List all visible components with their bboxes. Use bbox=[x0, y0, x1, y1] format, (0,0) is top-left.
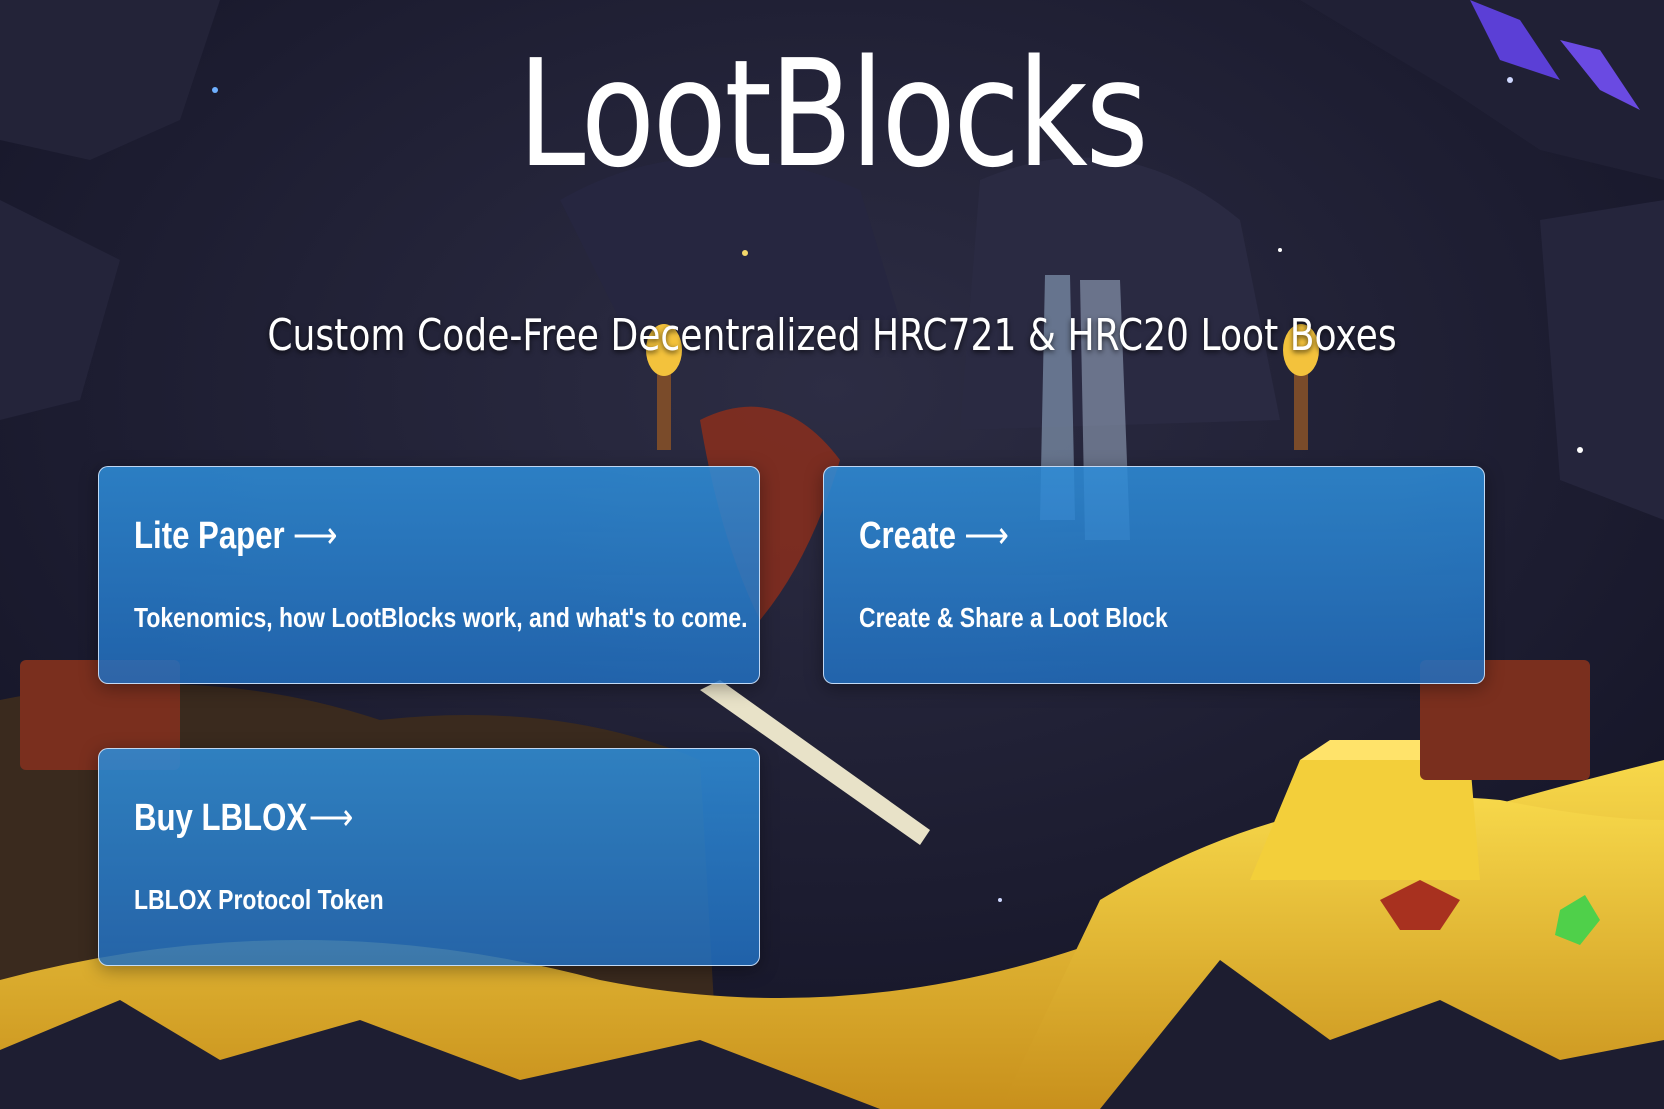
buy-lblox-label: Buy LBLOX bbox=[134, 797, 308, 839]
lite-paper-card[interactable]: Lite Paper ⟶ Tokenomics, how LootBlocks w… bbox=[98, 466, 760, 684]
page-subtitle: Custom Code-Free Decentralized HRC721 & … bbox=[267, 310, 1397, 361]
buy-lblox-card[interactable]: Buy LBLOX⟶ LBLOX Protocol Token bbox=[98, 748, 760, 966]
lite-paper-description: Tokenomics, how LootBlocks work, and wha… bbox=[134, 602, 748, 633]
lite-paper-label: Lite Paper bbox=[134, 515, 285, 557]
page-title: LootBlocks bbox=[517, 28, 1149, 200]
create-heading: Create ⟶ bbox=[859, 513, 1009, 558]
create-description: Create & Share a Loot Block bbox=[859, 602, 1168, 633]
buy-lblox-heading: Buy LBLOX⟶ bbox=[134, 795, 353, 840]
create-label: Create bbox=[859, 515, 957, 557]
buy-lblox-description: LBLOX Protocol Token bbox=[134, 884, 384, 915]
create-card[interactable]: Create ⟶ Create & Share a Loot Block bbox=[823, 466, 1485, 684]
right-arrow-icon: ⟶ bbox=[292, 515, 338, 557]
lite-paper-heading: Lite Paper ⟶ bbox=[134, 513, 338, 558]
right-arrow-icon: ⟶ bbox=[308, 797, 354, 839]
right-arrow-icon: ⟶ bbox=[964, 515, 1009, 557]
